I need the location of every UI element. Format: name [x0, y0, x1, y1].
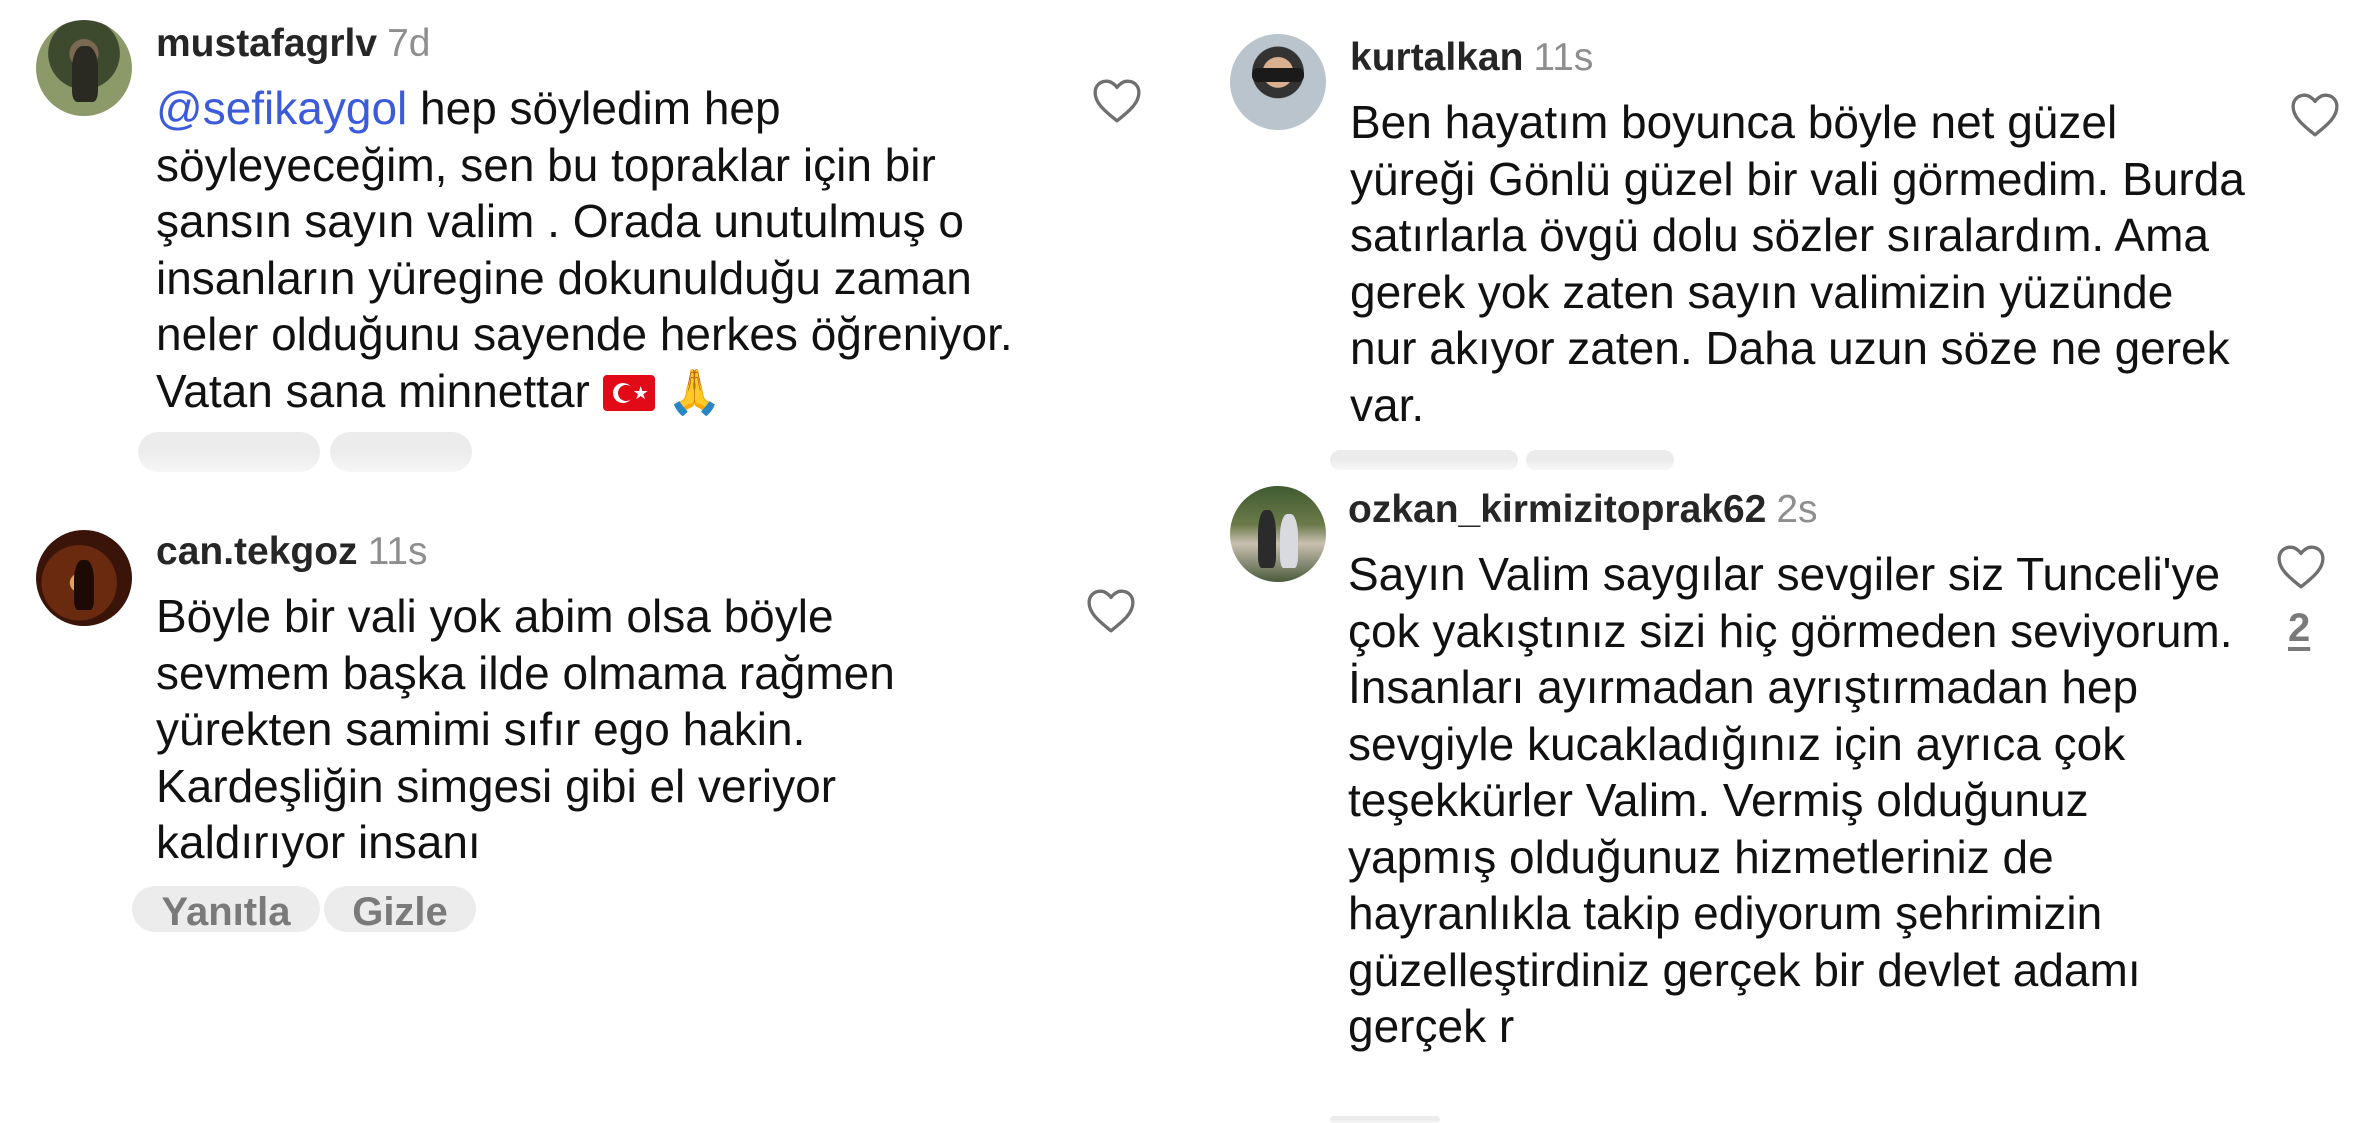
- comment-meta: mustafagrlv 7d: [156, 22, 430, 66]
- folded-hands-icon: 🙏: [667, 366, 723, 418]
- reply-button[interactable]: [1330, 1116, 1440, 1123]
- like-heart-icon[interactable]: [1092, 78, 1142, 124]
- like-count[interactable]: 2: [2288, 606, 2310, 651]
- avatar[interactable]: [1230, 486, 1326, 582]
- comment-meta: ozkan_kirmizitoprak62 2s: [1348, 488, 1818, 532]
- timestamp[interactable]: 7d: [387, 22, 430, 65]
- timestamp[interactable]: 11s: [368, 530, 428, 573]
- username[interactable]: kurtalkan: [1350, 36, 1523, 79]
- comment-kurtalkan: kurtalkan 11s Ben hayatım boyunca böyle n…: [1190, 0, 2378, 470]
- like-heart-icon[interactable]: [2290, 92, 2340, 138]
- username[interactable]: can.tekgoz: [156, 530, 358, 573]
- avatar[interactable]: [1230, 34, 1326, 130]
- hide-button[interactable]: [1526, 450, 1674, 470]
- like-heart-icon[interactable]: [1086, 588, 1136, 634]
- reply-button[interactable]: [1330, 450, 1518, 470]
- mention-link[interactable]: @sefikaygol: [156, 82, 407, 134]
- comment-meta: can.tekgoz 11s: [156, 530, 428, 574]
- reply-button[interactable]: [138, 432, 320, 472]
- avatar[interactable]: [36, 530, 132, 626]
- timestamp[interactable]: 2s: [1776, 488, 1817, 531]
- comment-can-tekgoz: can.tekgoz 11s Böyle bir vali yok abim ol…: [0, 500, 1180, 940]
- comment-text: Ben hayatım boyunca böyle net güzel yüre…: [1350, 96, 2245, 431]
- timestamp[interactable]: 11s: [1533, 36, 1593, 79]
- hide-button[interactable]: [330, 432, 472, 472]
- comment-text: @sefikaygol hep söyledim hep söyleyeceği…: [156, 80, 1056, 421]
- turkey-flag-icon: ★: [602, 374, 655, 411]
- username[interactable]: mustafagrlv: [156, 22, 377, 65]
- hide-button[interactable]: Gizle: [324, 886, 476, 932]
- username[interactable]: ozkan_kirmizitoprak62: [1348, 488, 1766, 531]
- avatar[interactable]: [36, 20, 132, 116]
- comment-mustafagrlv: mustafagrlv 7d @sefikaygol hep söyledim h…: [0, 0, 1180, 500]
- comment-text: Böyle bir vali yok abim olsa böyle sevme…: [156, 590, 895, 868]
- reply-button[interactable]: Yanıtla: [132, 886, 320, 932]
- comment-meta: kurtalkan 11s: [1350, 36, 1593, 80]
- comment-text: Sayın Valim saygılar sevgiler siz Tuncel…: [1348, 548, 2233, 1052]
- like-heart-icon[interactable]: [2276, 544, 2326, 590]
- comment-ozkan-kirmizitoprak62: ozkan_kirmizitoprak62 2s Sayın Valim sayg…: [1190, 470, 2378, 1123]
